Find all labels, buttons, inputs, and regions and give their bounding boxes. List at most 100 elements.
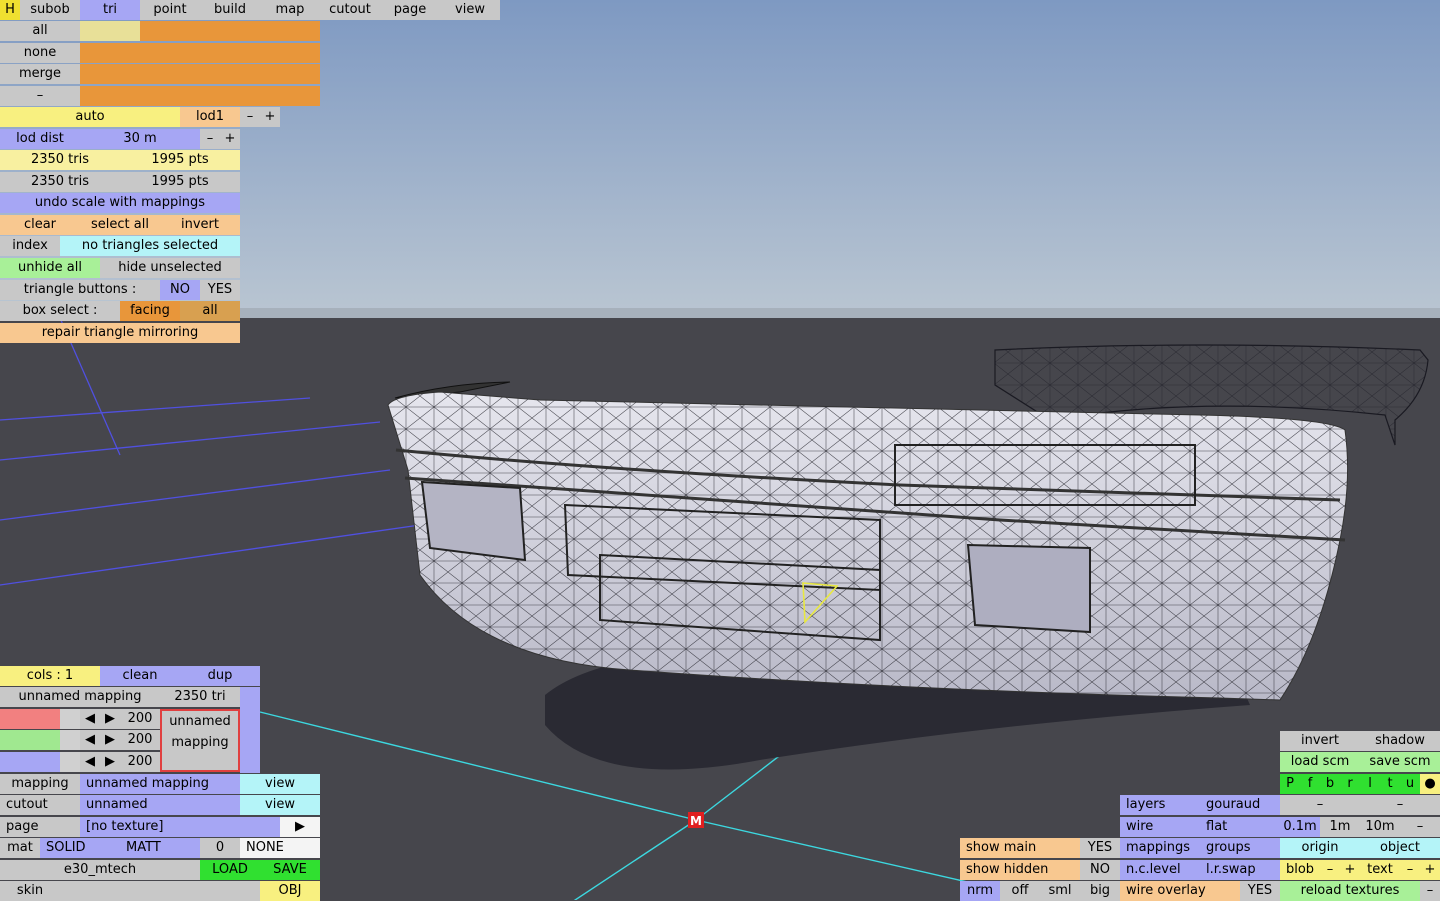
dash-button[interactable]: – [1280,795,1360,815]
mapping-preview[interactable]: unnamed mapping [160,709,240,772]
lod-dist-plus-button[interactable]: + [220,129,240,149]
select-all-tri-button[interactable]: select all [80,215,160,235]
obj-button[interactable]: OBJ [260,881,320,901]
invert-view-button[interactable]: invert [1280,731,1360,751]
cols-button[interactable]: cols : 1 [0,666,100,686]
select-slot[interactable] [80,21,140,41]
view-b-button[interactable]: b [1320,774,1340,794]
normals-big-button[interactable]: big [1080,881,1120,901]
blob-button[interactable]: blob [1280,860,1320,880]
select-slot[interactable] [80,43,140,63]
color-arrow-left-icon[interactable]: ◀ [80,752,100,772]
normals-nrm-button[interactable]: nrm [960,881,1000,901]
color-slider-green[interactable] [0,730,80,750]
triangle-buttons-yes[interactable]: YES [200,280,240,300]
select-slot[interactable] [260,43,320,63]
undo-button[interactable]: undo scale with mappings [0,193,240,213]
view-u-button[interactable]: u [1400,774,1420,794]
color-arrow-left-icon[interactable]: ◀ [80,709,100,729]
menu-tri[interactable]: tri [80,0,140,20]
menu-cutout[interactable]: cutout [320,0,380,20]
select-merge-button[interactable]: merge [0,64,80,84]
color-slider-red[interactable] [0,709,80,729]
layers-button[interactable]: layers [1120,795,1200,815]
mapping-view-button[interactable]: view [240,774,320,794]
grid-minus-button[interactable]: – [1400,817,1440,837]
wire-overlay-button[interactable]: wire overlay [1120,881,1240,901]
menu-map[interactable]: map [260,0,320,20]
file-name-field[interactable]: e30_mtech [0,860,200,880]
select-slot[interactable] [140,86,200,106]
show-hidden-button[interactable]: show hidden [960,860,1080,880]
select-slot[interactable] [260,21,320,41]
select-slot[interactable] [140,43,200,63]
menu-subob[interactable]: subob [20,0,80,20]
grid-10m-button[interactable]: 10m [1360,817,1400,837]
wire-overlay-value[interactable]: YES [1240,881,1280,901]
origin-button[interactable]: origin [1280,838,1360,858]
page-texture-field[interactable]: [no texture] [80,817,280,837]
load-scm-button[interactable]: load scm [1280,752,1360,772]
lod-auto-button[interactable]: auto [0,107,180,127]
select-slot[interactable] [80,64,140,84]
select-none-button[interactable]: none [0,43,80,63]
mat-number[interactable]: 0 [200,838,240,858]
hide-unselected-button[interactable]: hide unselected [100,258,240,278]
cutout-field[interactable]: unnamed [80,795,240,815]
select-slot[interactable] [260,86,320,106]
color-arrow-right-icon[interactable]: ▶ [100,709,120,729]
normals-sml-button[interactable]: sml [1040,881,1080,901]
box-select-facing[interactable]: facing [120,301,180,321]
select-slot[interactable] [140,64,200,84]
box-select-all[interactable]: all [180,301,240,321]
color-arrow-right-icon[interactable]: ▶ [100,752,120,772]
color-arrow-right-icon[interactable]: ▶ [100,730,120,750]
lod-level-button[interactable]: lod1 [180,107,240,127]
reload-minus-button[interactable]: – [1420,881,1440,901]
view-t-button[interactable]: t [1380,774,1400,794]
unhide-all-button[interactable]: unhide all [0,258,100,278]
clear-selection-button[interactable]: clear [0,215,80,235]
triangle-buttons-no[interactable]: NO [160,280,200,300]
menu-build[interactable]: build [200,0,260,20]
text-button[interactable]: text [1360,860,1400,880]
select-slot[interactable] [80,86,140,106]
shadow-button[interactable]: shadow [1360,731,1440,751]
view-l-button[interactable]: l [1360,774,1380,794]
menu-page[interactable]: page [380,0,440,20]
view-p-button[interactable]: P [1280,774,1300,794]
select-slot[interactable] [140,21,200,41]
reload-textures-button[interactable]: reload textures [1280,881,1420,901]
lod-minus-button[interactable]: – [240,107,260,127]
menu-h-button[interactable]: H [0,0,20,20]
view-r-button[interactable]: r [1340,774,1360,794]
save-scm-button[interactable]: save scm [1360,752,1440,772]
wire-button[interactable]: wire [1120,817,1200,837]
mat-none-field[interactable]: NONE [240,838,320,858]
lrswap-button[interactable]: l.r.swap [1200,860,1280,880]
show-main-button[interactable]: show main [960,838,1080,858]
mapping-name[interactable]: unnamed mapping [0,687,160,707]
load-button[interactable]: LOAD [200,860,260,880]
repair-mirroring-button[interactable]: repair triangle mirroring [0,323,240,343]
gouraud-button[interactable]: gouraud [1200,795,1280,815]
text-plus-button[interactable]: + [1420,860,1440,880]
select-slot[interactable] [200,86,260,106]
select-slot[interactable] [260,64,320,84]
menu-point[interactable]: point [140,0,200,20]
skin-field[interactable] [60,881,260,901]
save-button[interactable]: SAVE [260,860,320,880]
mat-solid-button[interactable]: SOLID [40,838,120,858]
blob-plus-button[interactable]: + [1340,860,1360,880]
normals-off-button[interactable]: off [1000,881,1040,901]
grid-01m-button[interactable]: 0.1m [1280,817,1320,837]
mappings-button[interactable]: mappings [1120,838,1200,858]
dash-button[interactable]: – [1360,795,1440,815]
select-all-button[interactable]: all [0,21,80,41]
view-f-button[interactable]: f [1300,774,1320,794]
cutout-view-button[interactable]: view [240,795,320,815]
page-next-button[interactable]: ▶ [280,817,320,837]
groups-button[interactable]: groups [1200,838,1280,858]
grid-1m-button[interactable]: 1m [1320,817,1360,837]
object-button[interactable]: object [1360,838,1440,858]
